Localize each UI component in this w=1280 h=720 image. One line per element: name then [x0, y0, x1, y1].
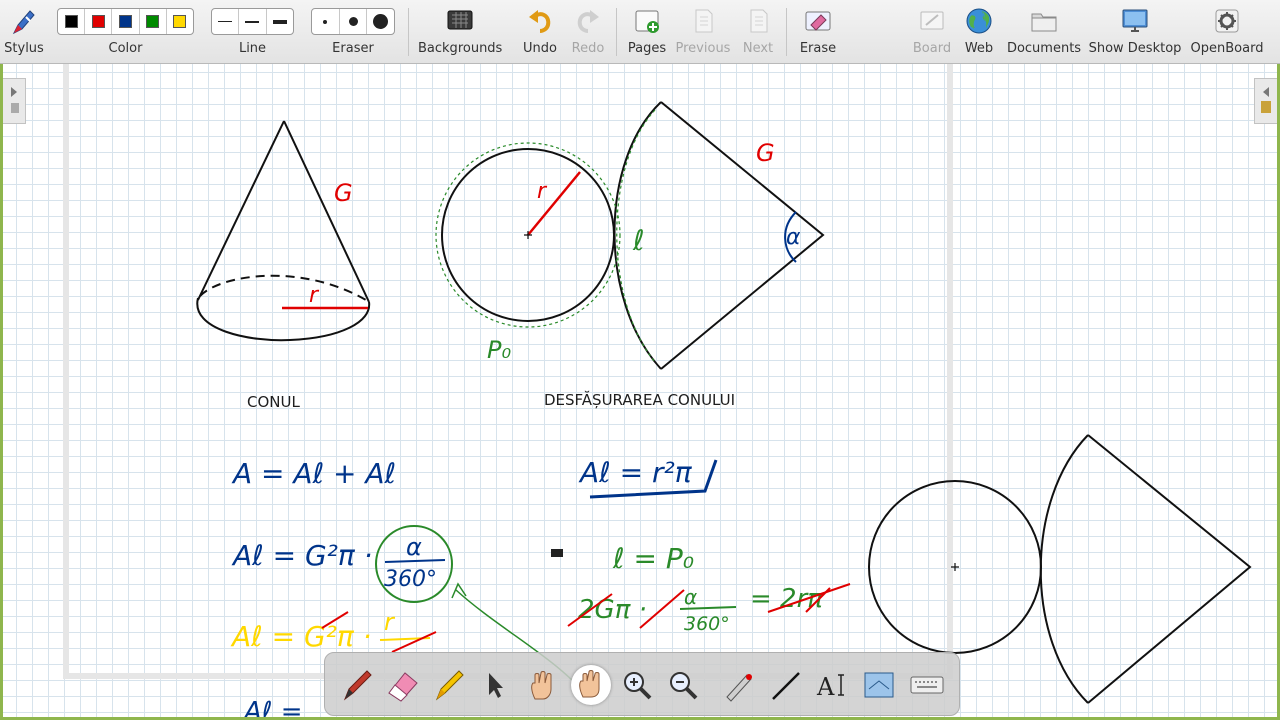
label-G-cone: G — [334, 179, 353, 207]
label-r-cone: r — [309, 283, 320, 308]
label-P0: P₀ — [487, 336, 511, 364]
formula-circ-frac-num: α — [684, 585, 697, 609]
stylus-palette: A — [324, 652, 960, 716]
formula-l-equals-P0: ℓ = P₀ — [612, 542, 694, 575]
zoom-out-icon[interactable] — [663, 665, 703, 705]
fraction-denominator: 360° — [384, 567, 437, 592]
formula-yellow-lateral: Aℓ = G²π · — [230, 620, 372, 653]
capture-tool-icon[interactable] — [859, 665, 899, 705]
fraction-numerator: α — [406, 533, 422, 561]
formula-base-area: Aℓ = r²π — [578, 456, 693, 489]
line-tool-icon[interactable] — [765, 665, 805, 705]
zoom-in-icon[interactable] — [617, 665, 657, 705]
green-dotted-arcs — [435, 109, 656, 363]
formula-total-area: A = Aℓ + Aℓ — [231, 457, 396, 490]
yellow-frac-num: r — [384, 608, 396, 636]
label-l-arc: ℓ — [632, 224, 645, 257]
drawing-layer: G r r G ℓ α P₀ A = Aℓ + Aℓ Aℓ = r²π Aℓ =… — [196, 101, 1252, 720]
text-tool[interactable]: A — [811, 665, 851, 705]
formula-circumference-right: = 2rπ — [750, 584, 823, 614]
expand-left-icon — [1261, 87, 1271, 113]
right-palette-handle[interactable] — [1254, 78, 1278, 124]
pointer-hand-tool-selected[interactable] — [571, 665, 611, 705]
label-development-title: DESFĂȘURAREA CONULUI — [544, 391, 736, 409]
formula-circ-frac-den: 360° — [684, 613, 730, 635]
text-tool-icon: A — [816, 673, 844, 701]
eraser-tool-icon[interactable] — [383, 665, 423, 705]
formula-lateral-area: Aℓ = G²π · — [231, 539, 373, 572]
hand-pan-icon — [579, 670, 600, 698]
selector-arrow-icon[interactable] — [475, 665, 515, 705]
circle-radius-line — [527, 171, 581, 236]
label-cone-title: CONUL — [247, 393, 300, 411]
label-r-circle: r — [537, 179, 548, 204]
label-alpha: α — [786, 225, 801, 250]
interactor-hand-icon[interactable] — [521, 665, 561, 705]
pen-tool-icon[interactable] — [337, 665, 377, 705]
laser-pointer-icon[interactable] — [719, 665, 759, 705]
expand-right-icon — [11, 87, 19, 113]
label-G-sector: G — [756, 139, 775, 167]
virtual-keyboard-icon[interactable] — [907, 665, 947, 705]
svg-text:A: A — [816, 673, 835, 701]
highlighter-tool-icon[interactable] — [429, 665, 469, 705]
cursor-marker — [551, 549, 563, 557]
left-palette-handle[interactable] — [2, 78, 26, 124]
formula-bottom-partial: Aℓ = — [242, 697, 303, 720]
